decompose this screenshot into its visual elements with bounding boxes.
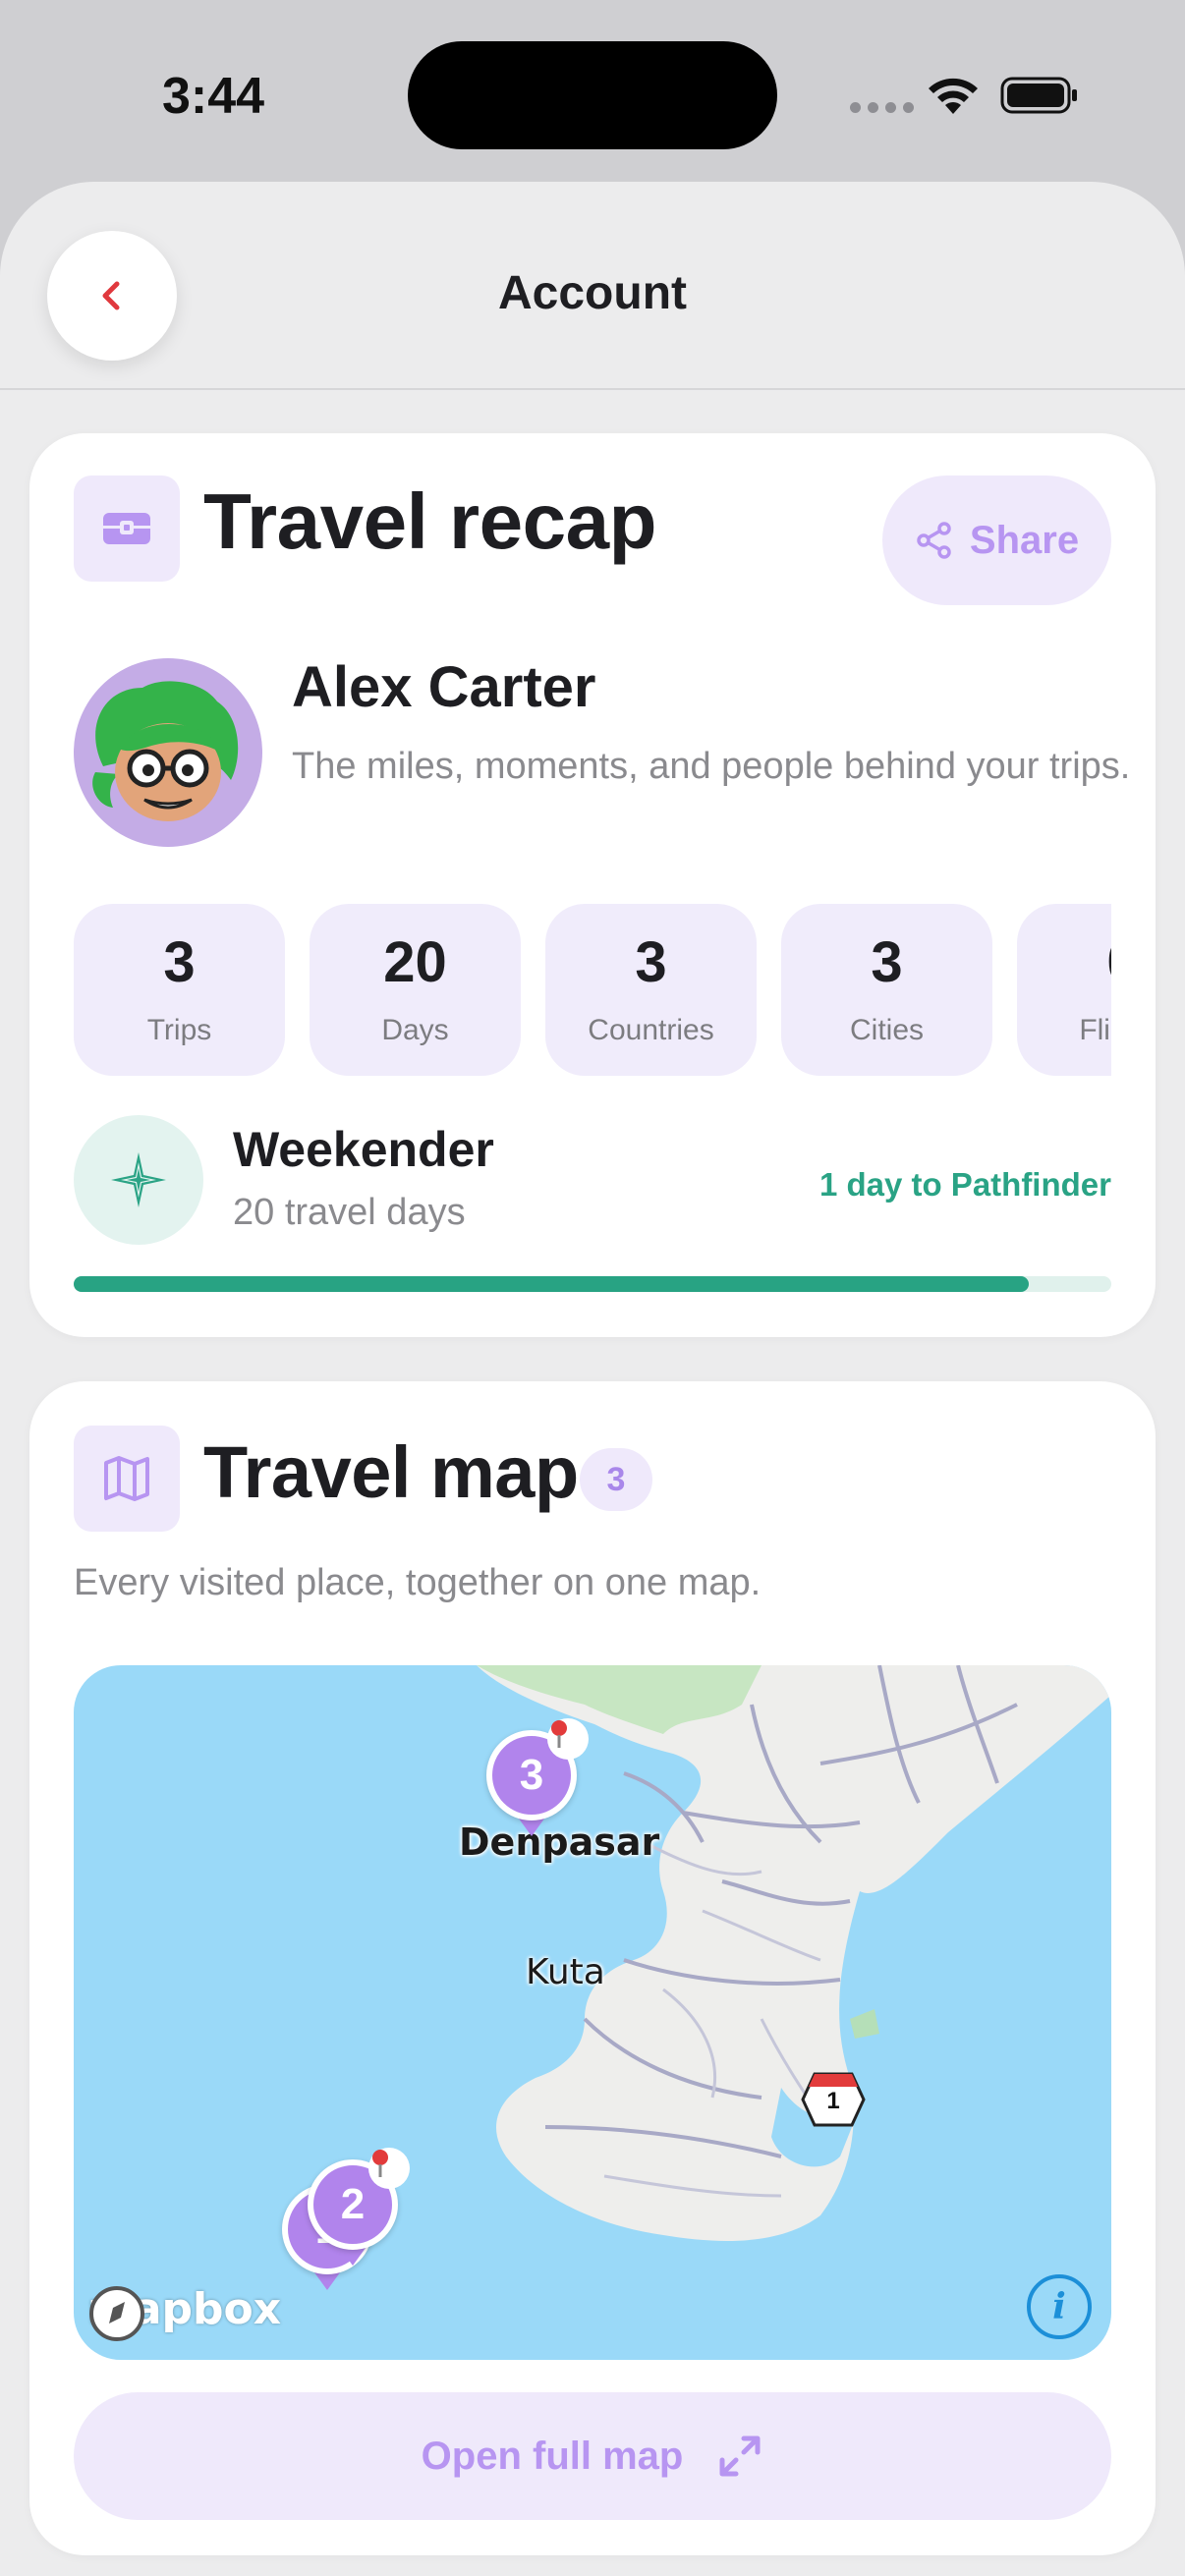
signal-dots-icon [850, 102, 914, 113]
stats-row[interactable]: 3 Trips 20 Days 3 Countries 3 Cities 0 F… [74, 904, 1111, 1076]
road-shield-number: 1 [826, 2088, 840, 2114]
mapbox-mark-icon [89, 2286, 144, 2341]
rank-name: Weekender [233, 1122, 494, 1177]
stat-countries: 3 Countries [545, 904, 757, 1076]
places-count-badge: 3 [580, 1448, 652, 1511]
rank-next-milestone: 1 day to Pathfinder [818, 1166, 1111, 1203]
stat-label: Trips [146, 1014, 212, 1046]
road-shield-icon: 1 [801, 2072, 866, 2127]
pushpin-icon [368, 2148, 410, 2189]
page-title: Account [498, 267, 687, 319]
stat-value: 3 [163, 930, 196, 994]
share-label: Share [969, 518, 1080, 562]
open-full-map-button[interactable]: Open full map [74, 2392, 1111, 2520]
map-info-button[interactable]: i [1027, 2274, 1092, 2339]
recap-title: Travel recap [203, 477, 657, 565]
dynamic-island [408, 41, 777, 149]
rank-progress-bar [74, 1276, 1111, 1292]
map-icon [74, 1426, 180, 1532]
wifi-icon [929, 78, 978, 114]
status-bar: 3:44 [0, 0, 1185, 187]
sheet-header: Account [0, 182, 1185, 390]
stat-value: 3 [635, 930, 667, 994]
rank-progress-fill [74, 1276, 1029, 1292]
status-time: 3:44 [162, 68, 265, 125]
map-view[interactable]: Denpasar Kuta 1 3 1 [74, 1665, 1111, 2360]
stat-label: Cities [849, 1014, 924, 1046]
stat-label: Flights [1079, 1014, 1111, 1046]
account-sheet: Account Travel recap Share Alex Carter T… [0, 182, 1185, 2576]
stat-value: 0 [1017, 929, 1111, 995]
stat-days: 20 Days [310, 904, 521, 1076]
stat-cities: 3 Cities [781, 904, 992, 1076]
map-city-label: Denpasar [459, 1820, 660, 1864]
stat-label: Days [381, 1014, 449, 1046]
stat-label: Countries [588, 1014, 714, 1046]
map-subtitle: Every visited place, together on one map… [74, 1562, 762, 1603]
travel-recap-card: Travel recap Share Alex Carter The miles… [29, 433, 1156, 1337]
battery-icon [1000, 77, 1077, 114]
stat-trips: 3 Trips [74, 904, 285, 1076]
pushpin-icon [547, 1718, 589, 1760]
stat-value: 20 [383, 930, 447, 994]
map-title: Travel map [203, 1431, 579, 1513]
stat-flights: 0 Flights [1017, 904, 1111, 1076]
user-name: Alex Carter [292, 655, 596, 719]
stat-value: 3 [871, 930, 903, 994]
info-icon: i [1052, 2286, 1066, 2327]
share-icon [917, 522, 951, 559]
rank-days: 20 travel days [233, 1192, 466, 1233]
compass-star-icon [74, 1115, 203, 1245]
user-subtitle: The miles, moments, and people behind yo… [292, 746, 1131, 787]
share-button[interactable]: Share [882, 476, 1111, 605]
map-town-label: Kuta [526, 1952, 605, 1992]
mapbox-logo[interactable]: mapbox [87, 2284, 281, 2341]
travel-map-card: Travel map 3 Every visited place, togeth… [29, 1381, 1156, 2555]
avatar [74, 658, 262, 847]
ticket-icon [74, 476, 180, 582]
expand-icon [719, 2436, 761, 2477]
map-base [477, 1665, 1111, 2241]
open-full-map-label: Open full map [421, 2434, 684, 2478]
